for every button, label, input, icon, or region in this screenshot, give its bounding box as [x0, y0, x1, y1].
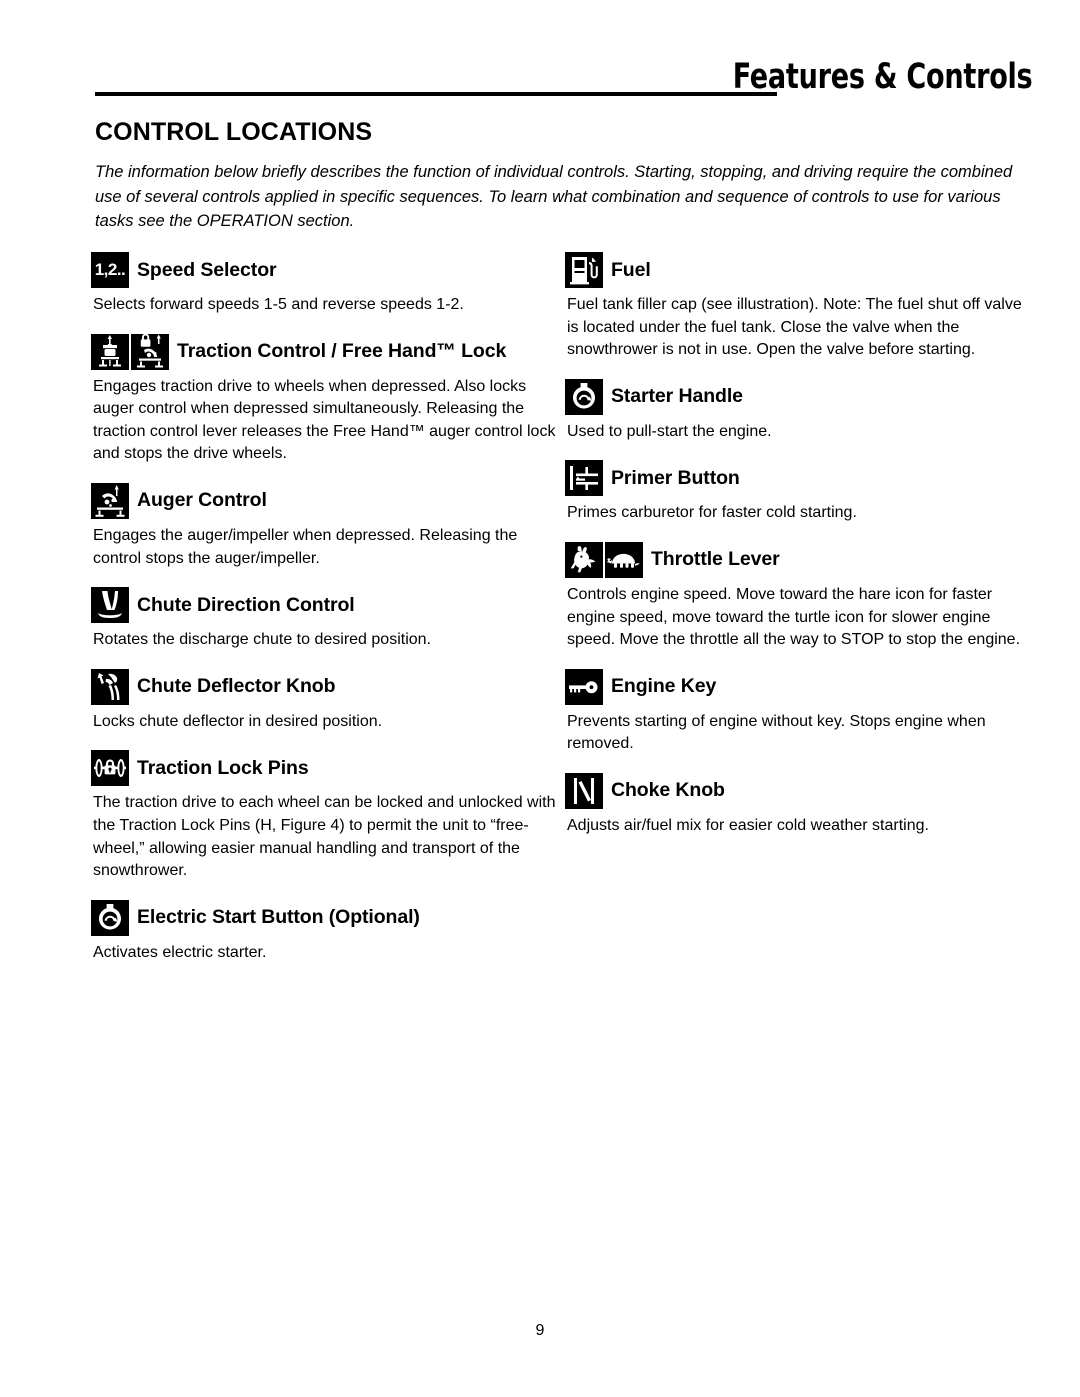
control-entry-engine-key: Engine Key Prevents starting of engine w… [565, 668, 1027, 756]
entry-heading: Traction Control / Free Hand™ Lock [91, 333, 565, 370]
engine-key-icon [565, 668, 603, 705]
control-entry-electric-start-button: Electric Start Button (Optional) Activat… [91, 899, 565, 965]
primer-button-icon [565, 460, 603, 497]
entry-heading: Chute Deflector Knob [91, 668, 565, 705]
control-title: Chute Direction Control [137, 593, 355, 616]
throttle-lever-icon [565, 541, 643, 578]
control-title: Electric Start Button (Optional) [137, 906, 420, 929]
traction-lock-pins-icon [91, 750, 129, 787]
control-description: Prevents starting of engine without key.… [567, 712, 986, 753]
control-title: Choke Knob [611, 779, 725, 802]
control-description: Fuel tank filler cap (see illustration).… [567, 296, 1022, 359]
entry-heading: 1,2.. Speed Selector [91, 252, 565, 288]
control-entry-choke-knob: Choke Knob Adjusts air/fuel mix for easi… [565, 772, 1027, 838]
electric-start-button-icon [91, 899, 129, 936]
control-title: Traction Lock Pins [137, 756, 309, 779]
page-header-title: Features & Controls [732, 57, 1032, 97]
entry-heading: Fuel [565, 252, 1027, 288]
control-title: Primer Button [611, 466, 740, 489]
control-title: Throttle Lever [651, 548, 780, 571]
speed-selector-icon-label: 1,2.. [94, 260, 126, 279]
entry-heading: Auger Control [91, 482, 565, 519]
control-description: The traction drive to each wheel can be … [93, 794, 556, 880]
entry-heading: Throttle Lever [565, 541, 1027, 578]
hare-icon [565, 541, 603, 578]
entry-heading: Engine Key [565, 668, 1027, 705]
control-title: Fuel [611, 258, 651, 281]
control-entry-primer-button: Primer Button Primes carburetor for fast… [565, 460, 1027, 525]
control-description: Rotates the discharge chute to desired p… [93, 631, 431, 649]
control-description: Primes carburetor for faster cold starti… [567, 504, 857, 522]
entry-heading: Traction Lock Pins [91, 750, 565, 787]
header-rule [95, 92, 777, 96]
right-column: Fuel Fuel tank filler cap (see illustrat… [565, 252, 1027, 855]
control-description: Engages traction drive to wheels when de… [93, 377, 556, 463]
control-entry-traction-lock-pins: Traction Lock Pins The traction drive to… [91, 750, 565, 882]
fuel-icon [565, 252, 603, 288]
traction-control-free-hand-lock-icon [91, 333, 169, 370]
control-title: Traction Control / Free Hand™ Lock [177, 340, 507, 363]
control-entry-starter-handle: Starter Handle Used to pull-start the en… [565, 378, 1027, 444]
entry-heading: Chute Direction Control [91, 587, 565, 624]
control-entry-traction-control-free-hand-lock: Traction Control / Free Hand™ Lock Engag… [91, 333, 565, 466]
control-description: Activates electric starter. [93, 943, 267, 961]
control-entry-auger-control: Auger Control Engages the auger/impeller… [91, 482, 565, 570]
chute-direction-control-icon [91, 587, 129, 624]
control-entry-speed-selector: 1,2.. Speed Selector Selects forward spe… [91, 252, 565, 317]
control-entry-fuel: Fuel Fuel tank filler cap (see illustrat… [565, 252, 1027, 362]
control-description: Controls engine speed. Move toward the h… [567, 585, 1021, 649]
control-description: Locks chute deflector in desired positio… [93, 712, 383, 730]
auger-control-icon [91, 482, 129, 519]
page-header: Features & Controls [0, 56, 1080, 108]
control-title: Chute Deflector Knob [137, 675, 336, 698]
control-description: Engages the auger/impeller when depresse… [93, 526, 518, 567]
left-column: 1,2.. Speed Selector Selects forward spe… [91, 252, 565, 981]
traction-control-icon [91, 333, 129, 370]
entry-heading: Primer Button [565, 460, 1027, 497]
control-title: Auger Control [137, 489, 267, 512]
choke-knob-icon [565, 772, 603, 809]
section-intro-text: The information below briefly describes … [95, 163, 1013, 230]
speed-selector-icon: 1,2.. [91, 252, 129, 288]
entry-heading: Choke Knob [565, 772, 1027, 809]
page-number: 9 [535, 1322, 545, 1339]
control-description: Adjusts air/fuel mix for easier cold wea… [567, 816, 929, 834]
control-entry-chute-deflector-knob: Chute Deflector Knob Locks chute deflect… [91, 668, 565, 734]
entry-heading: Starter Handle [565, 378, 1027, 415]
starter-handle-icon [565, 378, 603, 415]
turtle-icon [605, 541, 643, 578]
control-description: Used to pull-start the engine. [567, 422, 772, 440]
control-description: Selects forward speeds 1-5 and reverse s… [93, 296, 464, 313]
control-title: Starter Handle [611, 385, 743, 408]
control-title: Engine Key [611, 675, 717, 698]
control-title: Speed Selector [137, 258, 277, 281]
page-title: CONTROL LOCATIONS [95, 118, 373, 146]
chute-deflector-knob-icon [91, 668, 129, 705]
entry-heading: Electric Start Button (Optional) [91, 899, 565, 936]
control-entry-chute-direction-control: Chute Direction Control Rotates the disc… [91, 587, 565, 652]
free-hand-lock-icon [131, 333, 169, 370]
control-entry-throttle-lever: Throttle Lever Controls engine speed. Mo… [565, 541, 1027, 652]
